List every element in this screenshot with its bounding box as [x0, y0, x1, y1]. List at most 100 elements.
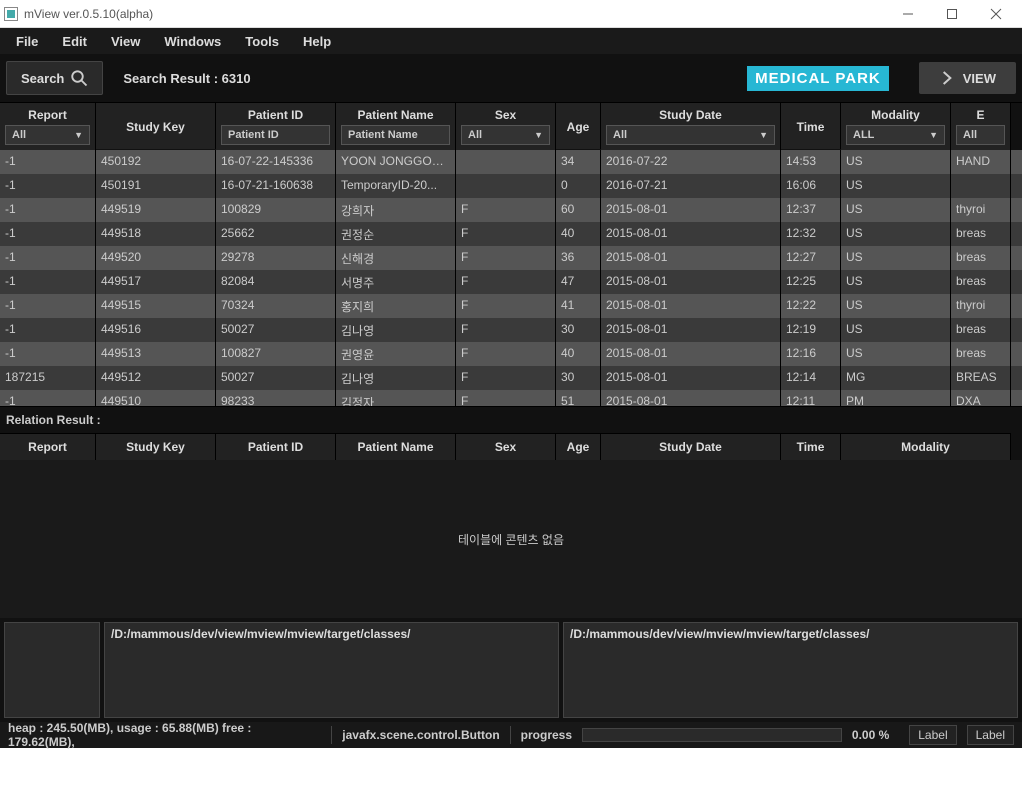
filter-study-date[interactable]: All▼ [606, 125, 775, 145]
cell-pid: 98233 [216, 390, 336, 406]
menu-file[interactable]: File [6, 31, 48, 52]
cell-age: 30 [556, 318, 601, 342]
cell-pid: 50027 [216, 366, 336, 390]
cell-report: -1 [0, 270, 96, 294]
rel-col-sex[interactable]: Sex [456, 433, 556, 460]
cell-sex [456, 150, 556, 174]
cell-time: 12:32 [781, 222, 841, 246]
rel-col-report[interactable]: Report [0, 433, 96, 460]
filter-patient-name[interactable]: Patient Name [341, 125, 450, 145]
cell-time: 12:16 [781, 342, 841, 366]
filter-modality[interactable]: ALL▼ [846, 125, 945, 145]
menu-windows[interactable]: Windows [154, 31, 231, 52]
table-row[interactable]: -144952029278신해경F362015-08-0112:27USbrea… [0, 246, 1022, 270]
cell-age: 40 [556, 222, 601, 246]
cell-pid: 16-07-21-160638 [216, 174, 336, 198]
view-button[interactable]: VIEW [919, 62, 1016, 94]
cell-date: 2015-08-01 [601, 198, 781, 222]
cell-pid: 82084 [216, 270, 336, 294]
cell-pname: 권정순 [336, 222, 456, 246]
filter-patient-id[interactable]: Patient ID [221, 125, 330, 145]
relation-empty: 테이블에 콘텐츠 없음 [0, 460, 1022, 618]
rel-col-pid[interactable]: Patient ID [216, 433, 336, 460]
table-row[interactable]: -144951825662권정순F402015-08-0112:32USbrea… [0, 222, 1022, 246]
view-button-label: VIEW [963, 71, 996, 86]
cell-modality: US [841, 198, 951, 222]
brand-logo: MEDICAL PARK [747, 66, 889, 91]
table-row[interactable]: -144951098233김정자F512015-08-0112:11PMDXA [0, 390, 1022, 406]
col-modality[interactable]: Modality ALL▼ [841, 103, 951, 150]
cell-time: 16:06 [781, 174, 841, 198]
search-button[interactable]: Search [6, 61, 103, 95]
col-patient-id[interactable]: Patient ID Patient ID [216, 103, 336, 150]
cell-date: 2016-07-21 [601, 174, 781, 198]
window-titlebar: mView ver.0.5.10(alpha) [0, 0, 1022, 28]
cell-pid: 100829 [216, 198, 336, 222]
col-patient-name[interactable]: Patient Name Patient Name [336, 103, 456, 150]
menu-edit[interactable]: Edit [52, 31, 97, 52]
cell-pid: 29278 [216, 246, 336, 270]
cell-modality: US [841, 246, 951, 270]
cell-report: 187215 [0, 366, 96, 390]
menu-help[interactable]: Help [293, 31, 341, 52]
path-box-left: /D:/mammous/dev/view/mview/mview/target/… [104, 622, 559, 718]
cell-studykey: 449512 [96, 366, 216, 390]
cell-time: 12:25 [781, 270, 841, 294]
rel-col-time[interactable]: Time [781, 433, 841, 460]
col-age[interactable]: Age [556, 103, 601, 149]
col-time[interactable]: Time [781, 103, 841, 149]
cell-studykey: 450191 [96, 174, 216, 198]
relation-header: Report Study Key Patient ID Patient Name… [0, 433, 1022, 460]
table-row[interactable]: -144951650027김나영F302015-08-0112:19USbrea… [0, 318, 1022, 342]
table-row[interactable]: -1449513100827권영윤F402015-08-0112:16USbre… [0, 342, 1022, 366]
table-row[interactable]: -145019216-07-22-145336YOON JONGGOO...34… [0, 150, 1022, 174]
filter-report[interactable]: All▼ [5, 125, 90, 145]
cell-extra [951, 174, 1011, 198]
menu-view[interactable]: View [101, 31, 150, 52]
relation-title: Relation Result : [0, 407, 1022, 433]
col-report[interactable]: Report All▼ [0, 103, 96, 150]
main-table-header: Report All▼ Study Key Patient ID Patient… [0, 102, 1022, 150]
table-row[interactable]: -144951782084서명주F472015-08-0112:25USbrea… [0, 270, 1022, 294]
rel-col-pname[interactable]: Patient Name [336, 433, 456, 460]
table-row[interactable]: 18721544951250027김나영F302015-08-0112:14MG… [0, 366, 1022, 390]
rel-col-date[interactable]: Study Date [601, 433, 781, 460]
filter-extra[interactable]: All [956, 125, 1005, 145]
cell-studykey: 449513 [96, 342, 216, 366]
rel-col-modality[interactable]: Modality [841, 433, 1011, 460]
minimize-button[interactable] [886, 0, 930, 28]
cell-time: 12:37 [781, 198, 841, 222]
col-studykey[interactable]: Study Key [96, 103, 216, 149]
progress-bar [582, 728, 842, 742]
path-panel: /D:/mammous/dev/view/mview/mview/target/… [0, 618, 1022, 722]
menu-tools[interactable]: Tools [235, 31, 289, 52]
cell-sex: F [456, 342, 556, 366]
cell-pname: YOON JONGGOO... [336, 150, 456, 174]
cell-date: 2015-08-01 [601, 342, 781, 366]
cell-age: 30 [556, 366, 601, 390]
table-row[interactable]: -144951570324홍지희F412015-08-0112:22USthyr… [0, 294, 1022, 318]
cell-report: -1 [0, 174, 96, 198]
cell-time: 14:53 [781, 150, 841, 174]
maximize-button[interactable] [930, 0, 974, 28]
cell-extra: breas [951, 318, 1011, 342]
table-row[interactable]: -145019116-07-21-160638TemporaryID-20...… [0, 174, 1022, 198]
rel-col-age[interactable]: Age [556, 433, 601, 460]
col-study-date[interactable]: Study Date All▼ [601, 103, 781, 150]
cell-modality: MG [841, 366, 951, 390]
cell-extra: breas [951, 342, 1011, 366]
cell-time: 12:19 [781, 318, 841, 342]
close-button[interactable] [974, 0, 1018, 28]
cell-time: 12:14 [781, 366, 841, 390]
rel-col-studykey[interactable]: Study Key [96, 433, 216, 460]
cell-sex: F [456, 246, 556, 270]
col-extra[interactable]: E All [951, 103, 1011, 150]
table-row[interactable]: -1449519100829강희자F602015-08-0112:37USthy… [0, 198, 1022, 222]
path-box-narrow [4, 622, 100, 718]
cell-age: 36 [556, 246, 601, 270]
filter-sex[interactable]: All▼ [461, 125, 550, 145]
menu-bar: File Edit View Windows Tools Help [0, 28, 1022, 54]
col-sex[interactable]: Sex All▼ [456, 103, 556, 150]
chevron-right-icon [939, 70, 955, 86]
main-table-body: -145019216-07-22-145336YOON JONGGOO...34… [0, 150, 1022, 406]
